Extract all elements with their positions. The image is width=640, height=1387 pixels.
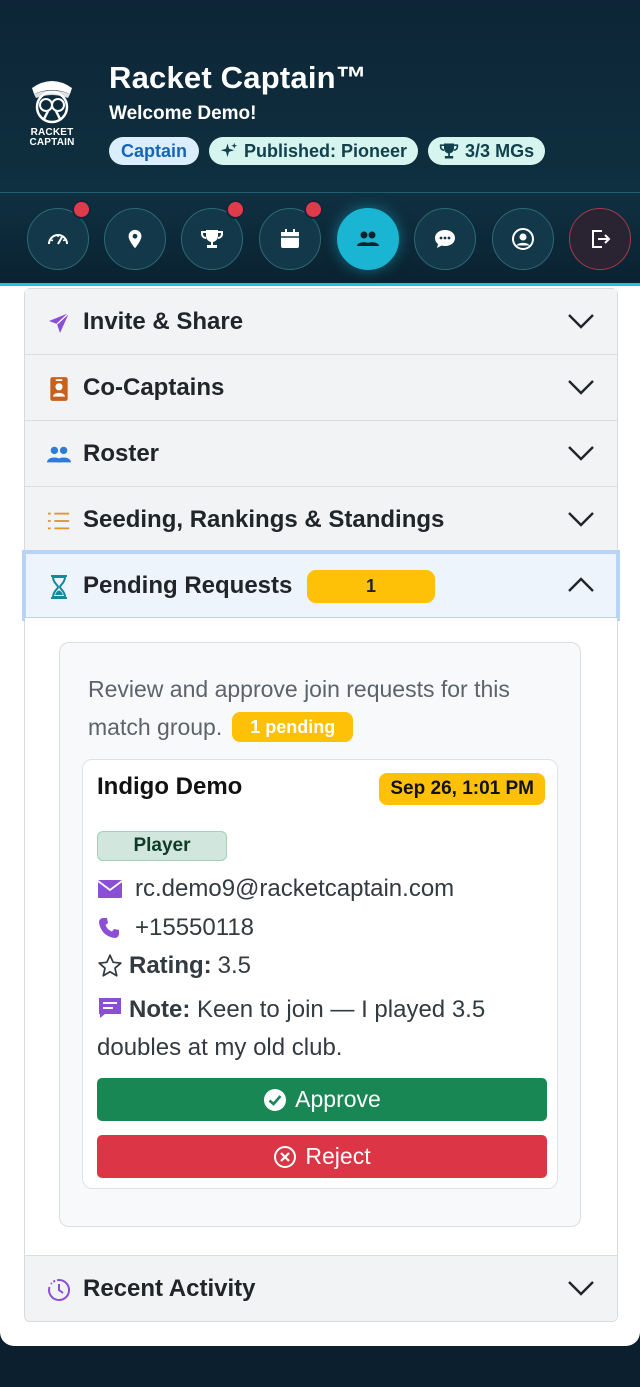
request-date-badge: Sep 26, 1:01 PM bbox=[379, 773, 545, 805]
main-nav bbox=[0, 193, 640, 286]
match-groups-badge-label: 3/3 MGs bbox=[465, 140, 535, 161]
requester-note: Note: Keen to join — I played 3.5 double… bbox=[97, 991, 547, 1067]
location-pin-icon bbox=[128, 229, 142, 249]
match-groups-badge: 3/3 MGs bbox=[428, 137, 546, 165]
nav-people-button[interactable] bbox=[337, 208, 399, 270]
accordion-label: Co-Captains bbox=[83, 373, 225, 401]
accordion-pending-requests[interactable]: Pending Requests 1 bbox=[22, 550, 620, 621]
star-icon bbox=[97, 953, 123, 979]
logo-icon bbox=[32, 81, 72, 124]
nav-calendar-button[interactable] bbox=[259, 200, 323, 270]
pending-intro: Review and approve join requests for thi… bbox=[88, 670, 558, 746]
approve-label: Approve bbox=[295, 1086, 381, 1112]
reject-label: Reject bbox=[305, 1143, 371, 1169]
email-text[interactable]: rc.demo9@racketcaptain.com bbox=[135, 875, 454, 903]
clock-history-icon bbox=[47, 1278, 71, 1302]
nav-dashboard-button[interactable] bbox=[27, 200, 91, 270]
app-header: RACKET CAPTAIN Racket Captain™ Welcome D… bbox=[0, 0, 640, 193]
list-icon bbox=[47, 509, 71, 533]
logo-text: RACKET CAPTAIN bbox=[24, 128, 80, 148]
chevron-down-icon bbox=[568, 1281, 594, 1296]
logo-text-line2: CAPTAIN bbox=[29, 137, 75, 148]
accordion-label: Seeding, Rankings & Standings bbox=[83, 505, 445, 533]
rating-value: 3.5 bbox=[217, 952, 252, 979]
hourglass-icon bbox=[47, 575, 71, 599]
published-badge-label: Published: Pioneer bbox=[244, 140, 408, 161]
notification-dot bbox=[226, 200, 245, 219]
pending-count-badge: 1 bbox=[307, 570, 435, 603]
dashboard-icon bbox=[48, 234, 68, 245]
nav-tournaments-button[interactable] bbox=[181, 200, 245, 270]
notification-dot bbox=[304, 200, 323, 219]
role-badge: Player bbox=[97, 831, 227, 861]
chevron-down-icon bbox=[568, 314, 594, 329]
chevron-down-icon bbox=[568, 512, 594, 527]
notification-dot bbox=[72, 200, 91, 219]
accordion-roster[interactable]: Roster bbox=[25, 421, 617, 487]
envelope-icon bbox=[97, 879, 123, 899]
pending-requests-panel: Review and approve join requests for thi… bbox=[25, 618, 617, 1256]
accordion-co-captains[interactable]: Co-Captains bbox=[25, 355, 617, 421]
sparkle-icon bbox=[220, 142, 238, 157]
pending-count-pill: 1 pending bbox=[232, 712, 354, 742]
published-badge: Published: Pioneer bbox=[209, 137, 419, 165]
chevron-down-icon bbox=[568, 446, 594, 461]
people-icon bbox=[357, 231, 379, 246]
trophy-icon bbox=[439, 143, 459, 159]
reject-button[interactable]: Reject bbox=[97, 1135, 547, 1178]
racket-captain-logo[interactable]: RACKET CAPTAIN bbox=[24, 74, 80, 154]
x-circle-icon bbox=[274, 1145, 297, 1168]
chevron-up-icon bbox=[568, 577, 594, 592]
profile-icon bbox=[512, 228, 534, 250]
welcome-message: Welcome Demo! bbox=[109, 103, 257, 124]
main-content: Invite & Share Co-Captains Roster Seedin… bbox=[0, 286, 640, 1346]
note-icon bbox=[99, 998, 121, 1018]
accordion-label: Roster bbox=[83, 439, 160, 467]
join-request-card: Indigo Demo Sep 26, 1:01 PM Player rc.de… bbox=[82, 759, 558, 1189]
calendar-icon bbox=[281, 229, 299, 248]
accordion-recent-activity[interactable]: Recent Activity bbox=[25, 1256, 617, 1321]
chat-icon bbox=[435, 230, 455, 248]
requester-name: Indigo Demo bbox=[97, 773, 243, 800]
logout-icon bbox=[592, 230, 611, 248]
chevron-down-icon bbox=[568, 380, 594, 395]
requester-rating: Rating: 3.5 bbox=[97, 952, 251, 980]
people-icon bbox=[47, 443, 71, 467]
requester-phone: +15550118 bbox=[97, 914, 254, 942]
note-label: Note: bbox=[129, 996, 191, 1023]
team-accordion: Invite & Share Co-Captains Roster Seedin… bbox=[22, 288, 620, 1322]
id-badge-icon bbox=[47, 377, 71, 401]
phone-text[interactable]: +15550118 bbox=[135, 914, 254, 942]
pending-requests-card: Review and approve join requests for thi… bbox=[59, 642, 581, 1227]
trophy-icon bbox=[201, 230, 223, 248]
app-title: Racket Captain™ bbox=[109, 60, 367, 95]
nav-messages-button[interactable] bbox=[414, 208, 476, 270]
paper-plane-icon bbox=[47, 311, 71, 335]
nav-profile-button[interactable] bbox=[492, 208, 554, 270]
rating-label: Rating: bbox=[129, 952, 212, 979]
accordion-label: Pending Requests bbox=[83, 571, 293, 599]
accordion-seeding[interactable]: Seeding, Rankings & Standings bbox=[25, 487, 617, 553]
requester-email: rc.demo9@racketcaptain.com bbox=[97, 875, 454, 903]
check-circle-icon bbox=[264, 1088, 287, 1111]
phone-icon bbox=[97, 916, 123, 940]
nav-logout-button[interactable] bbox=[569, 208, 631, 270]
role-badge: Captain bbox=[109, 137, 200, 165]
accordion-label: Invite & Share bbox=[83, 307, 244, 335]
approve-button[interactable]: Approve bbox=[97, 1078, 547, 1121]
accordion-label: Recent Activity bbox=[83, 1274, 256, 1302]
header-badges: Captain Published: Pioneer 3/3 MGs bbox=[109, 137, 546, 165]
nav-locations-button[interactable] bbox=[104, 208, 166, 270]
role-badge-label: Captain bbox=[121, 140, 188, 161]
accordion-invite-share[interactable]: Invite & Share bbox=[25, 289, 617, 355]
